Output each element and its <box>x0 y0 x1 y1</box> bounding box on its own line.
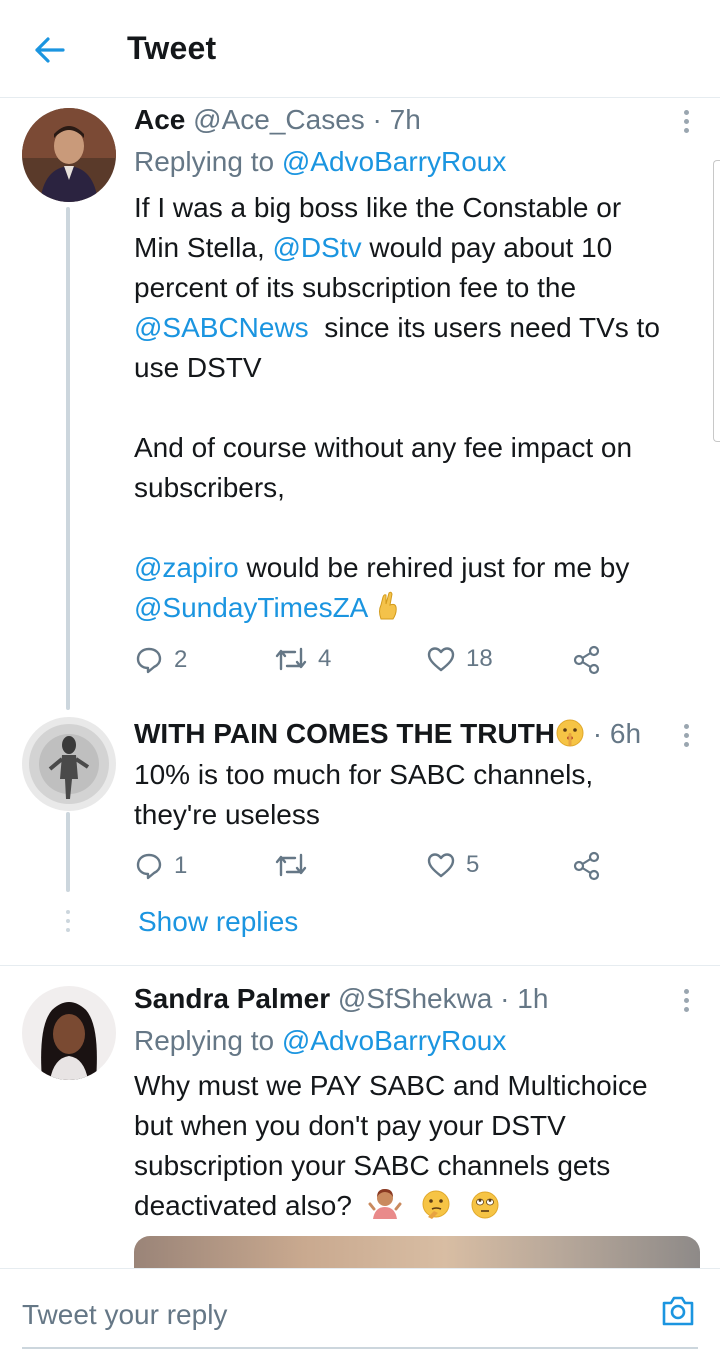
thinking-face-emoji-icon <box>422 1190 449 1219</box>
divider <box>0 965 720 966</box>
avatar[interactable] <box>22 108 116 202</box>
back-button[interactable] <box>30 30 70 70</box>
tweet-actions: 1 5 <box>134 851 614 883</box>
tweet-header: Sandra Palmer @SfShekwa · 1h <box>134 983 548 1015</box>
more-options-button[interactable] <box>676 106 696 136</box>
arrow-left-icon <box>35 37 65 63</box>
heart-icon <box>427 647 455 672</box>
more-options-button[interactable] <box>676 985 696 1015</box>
reply-count: 1 <box>174 852 188 879</box>
top-bar: Tweet <box>0 0 720 98</box>
show-replies-link[interactable]: Show replies <box>138 906 298 938</box>
avatar[interactable] <box>22 717 116 811</box>
retweet-button[interactable] <box>274 851 318 879</box>
reply-icon <box>136 853 162 880</box>
replying-to: Replying to @AdvoBarryRoux <box>134 1025 507 1056</box>
like-count: 18 <box>466 645 493 672</box>
reply-count: 2 <box>174 646 188 673</box>
tweet-text: If I was a big boss like the Constable o… <box>134 192 660 623</box>
reply-button[interactable]: 1 <box>134 851 187 881</box>
mention-link[interactable]: @AdvoBarryRoux <box>282 146 507 177</box>
scrollbar[interactable] <box>713 160 720 442</box>
mention-link[interactable]: @DStv <box>273 232 362 263</box>
thread-line <box>66 207 70 710</box>
tweet-text: Why must we PAY SABC and Multichoice but… <box>134 1070 648 1221</box>
like-button[interactable]: 5 <box>426 851 479 879</box>
separator-dot: · <box>592 718 603 749</box>
reply-icon <box>136 647 162 674</box>
author-handle[interactable]: @Ace_Cases <box>193 104 365 135</box>
share-button[interactable] <box>572 851 602 881</box>
mention-link[interactable]: @zapiro <box>134 552 239 583</box>
page-title: Tweet <box>127 30 217 66</box>
crossed-fingers-emoji-icon <box>378 591 397 620</box>
reply-bar: Tweet your reply <box>0 1268 720 1355</box>
author-handle[interactable]: @SfShekwa <box>338 983 493 1014</box>
reply-input-underline <box>22 1347 698 1349</box>
replying-to: Replying to @AdvoBarryRoux <box>134 146 507 177</box>
thread-dots <box>66 910 70 932</box>
timestamp: 6h <box>609 718 642 749</box>
shushing-face-emoji-icon <box>556 719 584 747</box>
thread-line <box>66 812 70 892</box>
share-icon <box>573 645 600 675</box>
mention-link[interactable]: @AdvoBarryRoux <box>282 1025 507 1056</box>
tweet-header: WITH PAIN COMES THE TRUTH · 6h <box>134 718 641 750</box>
rolling-eyes-emoji-icon <box>471 1191 499 1219</box>
timestamp: 7h <box>389 104 421 135</box>
retweet-count: 4 <box>318 645 332 672</box>
mention-link[interactable]: @SundayTimesZA <box>134 592 367 623</box>
avatar[interactable] <box>22 986 116 1080</box>
retweet-icon <box>275 647 307 671</box>
retweet-icon <box>275 853 307 877</box>
author-name[interactable]: Sandra Palmer <box>134 983 330 1014</box>
timestamp: 1h <box>517 983 549 1014</box>
mention-link[interactable]: @SABCNews <box>134 312 309 343</box>
tweet-header: Ace @Ace_Cases · 7h <box>134 104 421 136</box>
author-name[interactable]: Ace <box>134 104 185 135</box>
separator-dot: · <box>500 983 510 1014</box>
camera-icon <box>662 1296 694 1326</box>
more-options-button[interactable] <box>676 720 696 750</box>
like-button[interactable]: 18 <box>426 645 493 673</box>
tweet-text: 10% is too much for SABC channels, they'… <box>134 759 594 830</box>
retweet-button[interactable]: 4 <box>274 645 331 673</box>
share-icon <box>573 851 600 881</box>
separator-dot: · <box>372 104 382 135</box>
heart-icon <box>427 853 455 878</box>
camera-button[interactable] <box>660 1293 696 1329</box>
share-button[interactable] <box>572 645 602 675</box>
tweet-actions: 2 4 18 <box>134 645 614 677</box>
reply-input[interactable]: Tweet your reply <box>22 1299 227 1331</box>
like-count: 5 <box>466 851 480 878</box>
woman-shrugging-emoji-icon <box>368 1189 402 1219</box>
author-name[interactable]: WITH PAIN COMES THE TRUTH <box>134 718 555 749</box>
reply-button[interactable]: 2 <box>134 645 187 675</box>
